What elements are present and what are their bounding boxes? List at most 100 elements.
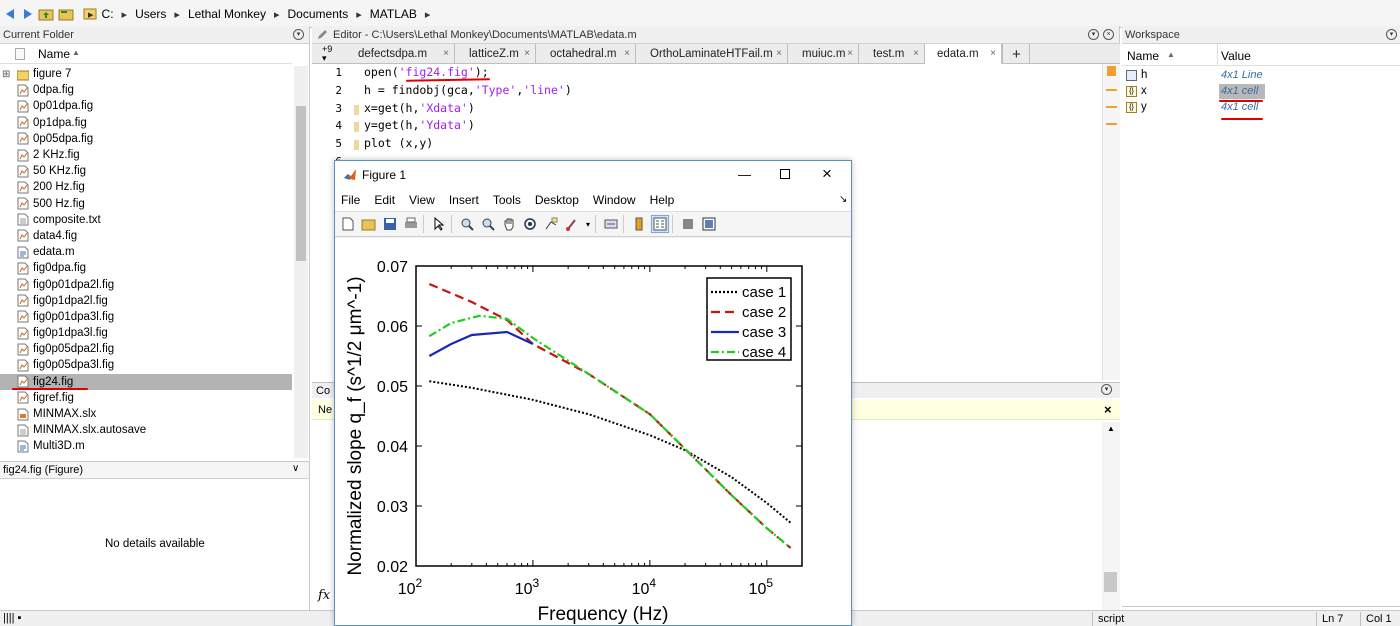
file-list-scrollbar[interactable] (294, 66, 308, 458)
menu-help[interactable]: Help (650, 193, 675, 207)
file-list-item[interactable]: fig0p05dpa3l.fig (0, 357, 292, 373)
code-line[interactable]: h = findobj(gca,'Type','line') (364, 82, 572, 100)
legend-icon[interactable] (651, 215, 669, 233)
minimize-icon[interactable]: — (738, 167, 751, 182)
close-tab-icon[interactable]: × (990, 48, 996, 59)
tab-latticez[interactable]: latticeZ.m × (455, 44, 536, 64)
breadcrumb[interactable]: ▸ C: ▸ Users ▸ Lethal Monkey ▸ Documents… (84, 4, 434, 24)
zoom-in-icon[interactable] (458, 215, 476, 233)
close-icon[interactable]: × (822, 164, 832, 184)
breadcrumb-item[interactable]: Documents (288, 7, 349, 21)
code-area[interactable]: open('fig24.fig'); h = findobj(gca,'Type… (364, 64, 572, 153)
menu-edit[interactable]: Edit (374, 193, 395, 207)
file-list-item[interactable]: 0p1dpa.fig (0, 115, 292, 131)
scrollbar-thumb[interactable] (296, 106, 306, 261)
panel-menu-icon[interactable]: ▾ (1088, 29, 1099, 40)
edit-plot-icon[interactable] (430, 215, 448, 233)
file-list-item[interactable]: 0dpa.fig (0, 82, 292, 98)
code-line[interactable]: y=get(h,'Ydata') (364, 117, 572, 135)
file-list-item[interactable]: edata.m (0, 244, 292, 260)
open-file-icon[interactable] (360, 215, 378, 233)
menu-insert[interactable]: Insert (449, 193, 479, 207)
new-tab-button[interactable]: + (1002, 44, 1030, 64)
file-list-item[interactable]: fig0p01dpa2l.fig (0, 276, 292, 292)
browse-folder-icon[interactable] (58, 6, 74, 22)
file-list-item[interactable]: figref.fig (0, 390, 292, 406)
dock-arrow-icon[interactable]: ↘ (839, 194, 847, 205)
panel-menu-icon[interactable]: ▾ (1386, 29, 1397, 40)
menu-file[interactable]: File (341, 193, 360, 207)
menu-tools[interactable]: Tools (493, 193, 521, 207)
code-line[interactable]: x=get(h,'Xdata') (364, 100, 572, 118)
file-list-item[interactable]: 50 KHz.fig (0, 163, 292, 179)
tab-edata[interactable]: edata.m × (925, 44, 1002, 64)
rotate-3d-icon[interactable] (521, 215, 539, 233)
tab-muiuc[interactable]: muiuc.m × (788, 44, 859, 64)
code-line[interactable]: plot (x,y) (364, 135, 572, 153)
file-list-item[interactable]: fig0p05dpa2l.fig (0, 341, 292, 357)
close-tab-icon[interactable]: × (776, 48, 782, 59)
print-icon[interactable] (402, 215, 420, 233)
breadcrumb-item[interactable]: MATLAB (370, 7, 417, 21)
colorbar-icon[interactable] (630, 215, 648, 233)
file-list-item[interactable]: ⊞ figure 7 (0, 66, 292, 82)
file-list-item[interactable]: fig0p01dpa3l.fig (0, 309, 292, 325)
hide-plot-tools-icon[interactable] (679, 215, 697, 233)
up-folder-icon[interactable] (38, 6, 54, 22)
tab-octahedral[interactable]: octahedral.m × (536, 44, 636, 64)
menu-window[interactable]: Window (593, 193, 636, 207)
workspace-var-row[interactable]: {} y 4x1 cell (1122, 100, 1400, 116)
file-list-item[interactable]: 0p05dpa.fig (0, 131, 292, 147)
file-list-item[interactable]: MINMAX.slx (0, 406, 292, 422)
close-panel-icon[interactable]: × (1103, 29, 1114, 40)
scrollbar-thumb[interactable] (1104, 572, 1117, 592)
file-list-item[interactable]: composite.txt (0, 212, 292, 228)
close-tab-icon[interactable]: × (443, 48, 449, 59)
panel-menu-icon[interactable]: ▾ (293, 29, 304, 40)
new-figure-icon[interactable] (339, 215, 357, 233)
function-browser-icon[interactable]: fx (318, 588, 330, 603)
chevron-down-icon[interactable]: ▾ (584, 215, 592, 233)
close-tab-icon[interactable]: × (524, 48, 530, 59)
maximize-icon[interactable] (780, 169, 790, 179)
forward-arrow-icon[interactable] (20, 6, 36, 22)
figure-title-bar[interactable]: Figure 1 — × (335, 161, 851, 189)
file-list-item[interactable]: 500 Hz.fig (0, 196, 292, 212)
tab-test[interactable]: test.m × (859, 44, 925, 64)
file-list-item[interactable]: 200 Hz.fig (0, 179, 292, 195)
brush-icon[interactable] (563, 215, 581, 233)
workspace-column-header[interactable]: Name ▲ Value (1122, 44, 1400, 66)
file-list-item[interactable]: data4.fig (0, 228, 292, 244)
breadcrumb-item[interactable]: Users (135, 7, 166, 21)
workspace-var-row[interactable]: {} x 4x1 cell (1122, 84, 1400, 100)
tab-ortholaminatehtfail[interactable]: OrthoLaminateHTFail.m × (636, 44, 788, 64)
zoom-out-icon[interactable] (479, 215, 497, 233)
pan-hand-icon[interactable] (500, 215, 518, 233)
file-list-item[interactable]: fig0p1dpa2l.fig (0, 293, 292, 309)
panel-menu-icon[interactable]: ▾ (1101, 384, 1112, 395)
file-list-item[interactable]: MINMAX.slx.autosave (0, 422, 292, 438)
column-header-name[interactable]: Name ▲ (0, 44, 292, 64)
file-list-item[interactable]: fig24.fig (0, 373, 292, 390)
file-list-item[interactable]: fig0dpa.fig (0, 260, 292, 276)
link-plot-icon[interactable] (602, 215, 620, 233)
show-plot-tools-icon[interactable] (700, 215, 718, 233)
file-list-item[interactable]: fig0p1dpa3l.fig (0, 325, 292, 341)
file-list-item[interactable]: 2 KHz.fig (0, 147, 292, 163)
close-tab-icon[interactable]: × (913, 48, 919, 59)
scroll-up-icon[interactable]: ▲ (1107, 424, 1115, 433)
details-header[interactable]: fig24.fig (Figure) ∨ (0, 461, 309, 479)
tab-defectsdpa[interactable]: defectsdpa.m × (344, 44, 455, 64)
back-arrow-icon[interactable] (2, 6, 18, 22)
close-icon[interactable]: × (1104, 402, 1112, 417)
menu-desktop[interactable]: Desktop (535, 193, 579, 207)
close-tab-icon[interactable]: × (847, 48, 853, 59)
close-tab-icon[interactable]: × (624, 48, 630, 59)
file-list-item[interactable]: Multi3D.m (0, 438, 292, 454)
save-icon[interactable] (381, 215, 399, 233)
tab-list-icon[interactable]: +9 ▾ (322, 45, 332, 63)
expand-folder-icon[interactable]: ⊞ (2, 69, 10, 80)
breadcrumb-item[interactable]: Lethal Monkey (188, 7, 266, 21)
file-list[interactable]: ⊞ figure 7 0dpa.fig 0p01dpa.fig 0p1dpa.fig 0p… (0, 66, 292, 458)
chevron-down-icon[interactable]: ∨ (292, 463, 299, 474)
